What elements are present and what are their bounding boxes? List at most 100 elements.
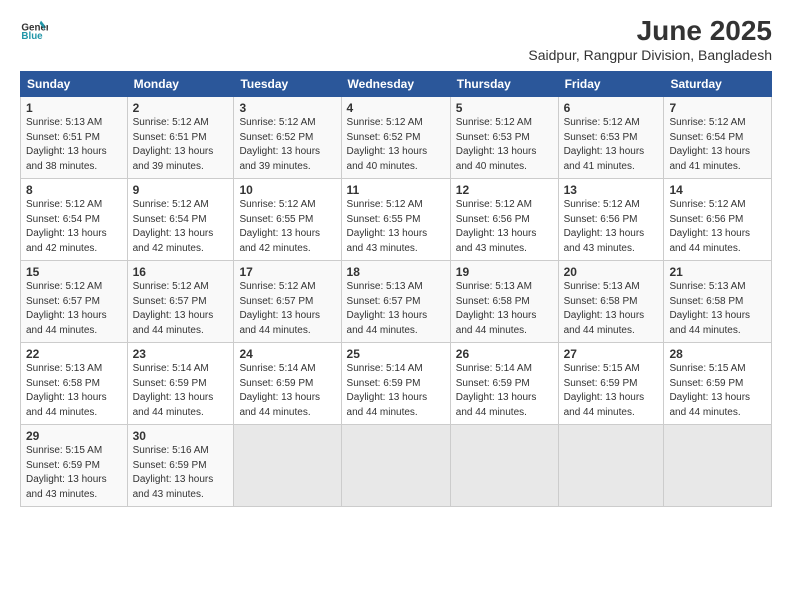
table-row [664, 425, 772, 507]
day-detail: Sunrise: 5:13 AMSunset: 6:58 PMDaylight:… [564, 280, 659, 338]
page-container: General Blue June 2025 Saidpur, Rangpur … [0, 0, 792, 612]
calendar-week-row: 29Sunrise: 5:15 AMSunset: 6:59 PMDayligh… [21, 425, 772, 507]
day-number: 4 [347, 101, 445, 115]
table-row: 11Sunrise: 5:12 AMSunset: 6:55 PMDayligh… [341, 179, 450, 261]
day-detail: Sunrise: 5:12 AMSunset: 6:57 PMDaylight:… [239, 280, 335, 338]
day-detail: Sunrise: 5:12 AMSunset: 6:52 PMDaylight:… [239, 116, 335, 174]
calendar-week-row: 22Sunrise: 5:13 AMSunset: 6:58 PMDayligh… [21, 343, 772, 425]
day-detail: Sunrise: 5:12 AMSunset: 6:57 PMDaylight:… [133, 280, 229, 338]
table-row [234, 425, 341, 507]
table-row [558, 425, 664, 507]
day-number: 9 [133, 183, 229, 197]
day-number: 29 [26, 429, 122, 443]
day-detail: Sunrise: 5:12 AMSunset: 6:53 PMDaylight:… [456, 116, 553, 174]
table-row: 18Sunrise: 5:13 AMSunset: 6:57 PMDayligh… [341, 261, 450, 343]
day-number: 3 [239, 101, 335, 115]
calendar-week-row: 1Sunrise: 5:13 AMSunset: 6:51 PMDaylight… [21, 97, 772, 179]
day-number: 18 [347, 265, 445, 279]
header-wednesday: Wednesday [341, 72, 450, 97]
day-number: 26 [456, 347, 553, 361]
weekday-header-row: Sunday Monday Tuesday Wednesday Thursday… [21, 72, 772, 97]
day-number: 23 [133, 347, 229, 361]
table-row: 30Sunrise: 5:16 AMSunset: 6:59 PMDayligh… [127, 425, 234, 507]
day-number: 1 [26, 101, 122, 115]
day-number: 22 [26, 347, 122, 361]
day-number: 27 [564, 347, 659, 361]
day-detail: Sunrise: 5:14 AMSunset: 6:59 PMDaylight:… [239, 362, 335, 420]
day-detail: Sunrise: 5:12 AMSunset: 6:54 PMDaylight:… [26, 198, 122, 256]
header-friday: Friday [558, 72, 664, 97]
day-number: 25 [347, 347, 445, 361]
day-number: 20 [564, 265, 659, 279]
table-row: 12Sunrise: 5:12 AMSunset: 6:56 PMDayligh… [450, 179, 558, 261]
table-row: 6Sunrise: 5:12 AMSunset: 6:53 PMDaylight… [558, 97, 664, 179]
day-detail: Sunrise: 5:12 AMSunset: 6:52 PMDaylight:… [347, 116, 445, 174]
table-row: 5Sunrise: 5:12 AMSunset: 6:53 PMDaylight… [450, 97, 558, 179]
day-detail: Sunrise: 5:12 AMSunset: 6:54 PMDaylight:… [133, 198, 229, 256]
day-number: 12 [456, 183, 553, 197]
logo-icon: General Blue [20, 15, 48, 43]
table-row: 23Sunrise: 5:14 AMSunset: 6:59 PMDayligh… [127, 343, 234, 425]
table-row: 20Sunrise: 5:13 AMSunset: 6:58 PMDayligh… [558, 261, 664, 343]
table-row: 3Sunrise: 5:12 AMSunset: 6:52 PMDaylight… [234, 97, 341, 179]
day-detail: Sunrise: 5:12 AMSunset: 6:53 PMDaylight:… [564, 116, 659, 174]
day-detail: Sunrise: 5:12 AMSunset: 6:57 PMDaylight:… [26, 280, 122, 338]
day-detail: Sunrise: 5:14 AMSunset: 6:59 PMDaylight:… [347, 362, 445, 420]
day-number: 11 [347, 183, 445, 197]
day-number: 24 [239, 347, 335, 361]
header-thursday: Thursday [450, 72, 558, 97]
logo: General Blue [20, 15, 48, 43]
day-number: 7 [669, 101, 766, 115]
table-row: 14Sunrise: 5:12 AMSunset: 6:56 PMDayligh… [664, 179, 772, 261]
table-row: 26Sunrise: 5:14 AMSunset: 6:59 PMDayligh… [450, 343, 558, 425]
table-row: 15Sunrise: 5:12 AMSunset: 6:57 PMDayligh… [21, 261, 128, 343]
page-header: General Blue June 2025 Saidpur, Rangpur … [20, 15, 772, 63]
table-row: 22Sunrise: 5:13 AMSunset: 6:58 PMDayligh… [21, 343, 128, 425]
calendar-title: June 2025 [528, 15, 772, 47]
day-number: 2 [133, 101, 229, 115]
header-sunday: Sunday [21, 72, 128, 97]
title-block: June 2025 Saidpur, Rangpur Division, Ban… [528, 15, 772, 63]
day-number: 30 [133, 429, 229, 443]
day-detail: Sunrise: 5:16 AMSunset: 6:59 PMDaylight:… [133, 444, 229, 502]
day-number: 13 [564, 183, 659, 197]
day-number: 8 [26, 183, 122, 197]
day-detail: Sunrise: 5:12 AMSunset: 6:56 PMDaylight:… [456, 198, 553, 256]
day-number: 21 [669, 265, 766, 279]
table-row: 9Sunrise: 5:12 AMSunset: 6:54 PMDaylight… [127, 179, 234, 261]
day-detail: Sunrise: 5:12 AMSunset: 6:55 PMDaylight:… [239, 198, 335, 256]
day-detail: Sunrise: 5:15 AMSunset: 6:59 PMDaylight:… [26, 444, 122, 502]
table-row [341, 425, 450, 507]
table-row: 25Sunrise: 5:14 AMSunset: 6:59 PMDayligh… [341, 343, 450, 425]
day-detail: Sunrise: 5:13 AMSunset: 6:51 PMDaylight:… [26, 116, 122, 174]
table-row: 28Sunrise: 5:15 AMSunset: 6:59 PMDayligh… [664, 343, 772, 425]
day-detail: Sunrise: 5:13 AMSunset: 6:58 PMDaylight:… [26, 362, 122, 420]
table-row [450, 425, 558, 507]
day-number: 28 [669, 347, 766, 361]
table-row: 2Sunrise: 5:12 AMSunset: 6:51 PMDaylight… [127, 97, 234, 179]
day-detail: Sunrise: 5:12 AMSunset: 6:54 PMDaylight:… [669, 116, 766, 174]
header-tuesday: Tuesday [234, 72, 341, 97]
day-number: 14 [669, 183, 766, 197]
day-detail: Sunrise: 5:15 AMSunset: 6:59 PMDaylight:… [669, 362, 766, 420]
day-detail: Sunrise: 5:12 AMSunset: 6:56 PMDaylight:… [564, 198, 659, 256]
table-row: 29Sunrise: 5:15 AMSunset: 6:59 PMDayligh… [21, 425, 128, 507]
table-row: 8Sunrise: 5:12 AMSunset: 6:54 PMDaylight… [21, 179, 128, 261]
calendar-week-row: 15Sunrise: 5:12 AMSunset: 6:57 PMDayligh… [21, 261, 772, 343]
table-row: 24Sunrise: 5:14 AMSunset: 6:59 PMDayligh… [234, 343, 341, 425]
calendar-week-row: 8Sunrise: 5:12 AMSunset: 6:54 PMDaylight… [21, 179, 772, 261]
svg-text:Blue: Blue [21, 31, 43, 42]
calendar-subtitle: Saidpur, Rangpur Division, Bangladesh [528, 47, 772, 63]
table-row: 13Sunrise: 5:12 AMSunset: 6:56 PMDayligh… [558, 179, 664, 261]
day-detail: Sunrise: 5:13 AMSunset: 6:58 PMDaylight:… [456, 280, 553, 338]
day-detail: Sunrise: 5:14 AMSunset: 6:59 PMDaylight:… [133, 362, 229, 420]
table-row: 19Sunrise: 5:13 AMSunset: 6:58 PMDayligh… [450, 261, 558, 343]
day-detail: Sunrise: 5:13 AMSunset: 6:58 PMDaylight:… [669, 280, 766, 338]
day-detail: Sunrise: 5:13 AMSunset: 6:57 PMDaylight:… [347, 280, 445, 338]
table-row: 1Sunrise: 5:13 AMSunset: 6:51 PMDaylight… [21, 97, 128, 179]
table-row: 7Sunrise: 5:12 AMSunset: 6:54 PMDaylight… [664, 97, 772, 179]
table-row: 27Sunrise: 5:15 AMSunset: 6:59 PMDayligh… [558, 343, 664, 425]
day-detail: Sunrise: 5:12 AMSunset: 6:55 PMDaylight:… [347, 198, 445, 256]
day-number: 17 [239, 265, 335, 279]
table-row: 17Sunrise: 5:12 AMSunset: 6:57 PMDayligh… [234, 261, 341, 343]
